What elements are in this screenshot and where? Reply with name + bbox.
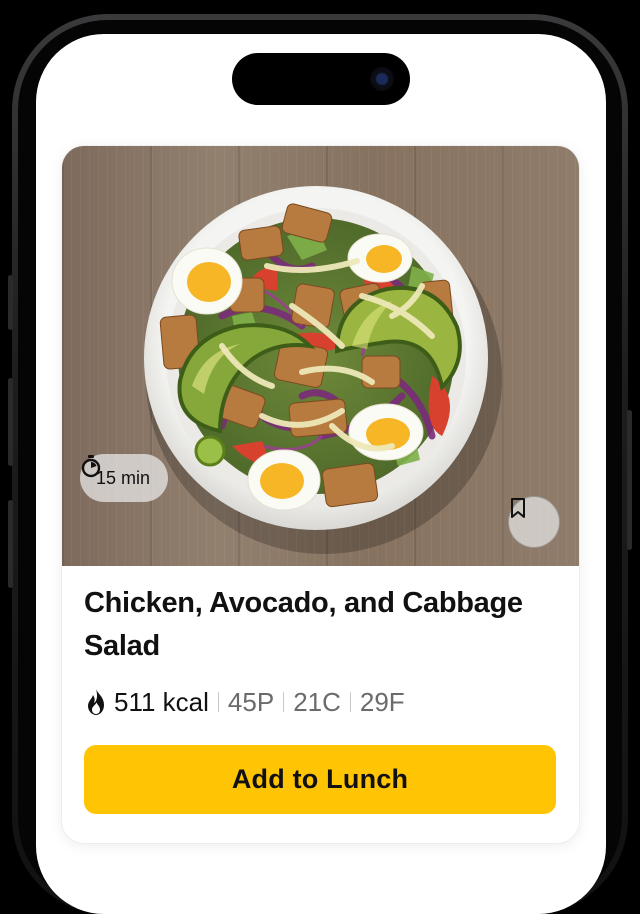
divider: [217, 692, 219, 712]
recipe-photo: 15 min: [62, 146, 579, 566]
carbs-value: 21C: [293, 686, 341, 717]
side-button-left-1: [8, 275, 13, 330]
time-badge: 15 min: [80, 454, 169, 502]
protein-value: 45P: [227, 686, 275, 717]
calories-value: 511 kcal: [114, 686, 209, 717]
divider: [283, 692, 285, 712]
side-button-left-3: [8, 500, 13, 588]
flame-icon: [88, 689, 104, 715]
recipe-title: Chicken, Avocado, and Cabbage Salad: [84, 587, 523, 662]
side-button-right: [627, 410, 632, 550]
time-label: 15 min: [96, 467, 151, 488]
fat-value: 29F: [359, 686, 405, 717]
recipe-card[interactable]: 15 min Chicken, Avocado, and Cabbage Sal…: [62, 146, 579, 843]
bookmark-button[interactable]: [508, 496, 560, 548]
divider: [349, 692, 351, 712]
dynamic-island: [232, 53, 410, 105]
bookmark-icon: [511, 498, 525, 518]
stopwatch-icon: [81, 455, 101, 478]
add-to-lunch-button[interactable]: Add to Lunch: [84, 745, 556, 814]
salad-bowl-illustration: [144, 186, 502, 554]
camera-icon: [370, 67, 394, 91]
side-button-left-2: [8, 378, 13, 466]
nutrition-row: 511 kcal 45P 21C 29F: [84, 684, 405, 720]
